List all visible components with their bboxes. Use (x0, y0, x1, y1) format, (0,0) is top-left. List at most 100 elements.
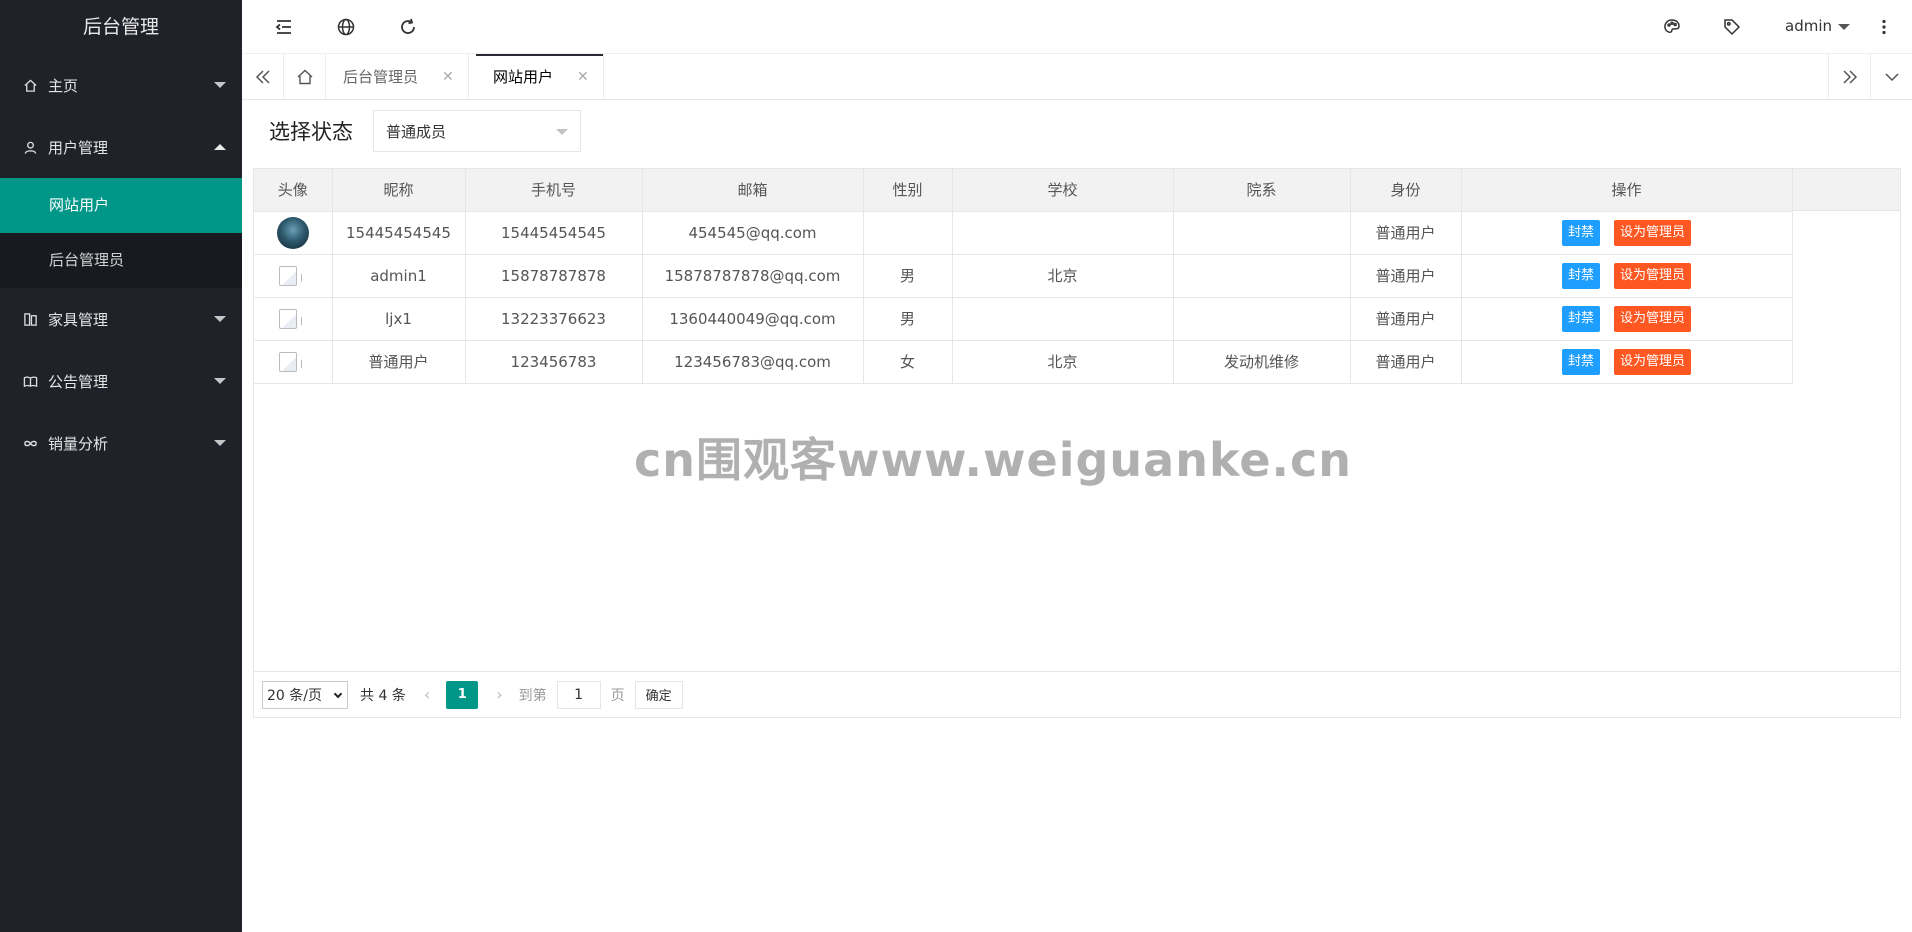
avatar-cell (254, 340, 333, 384)
phone-cell: 123456783 (465, 340, 643, 384)
chevron-down-icon (214, 82, 226, 88)
book-icon (22, 373, 38, 389)
username: admin (1785, 17, 1832, 35)
chevron-down-icon (214, 316, 226, 322)
col-header-role[interactable]: 身份 (1350, 169, 1462, 212)
page-size-value: 20 条/页 (267, 687, 322, 704)
sidebar-item-admins[interactable]: 后台管理员 (0, 233, 242, 288)
make-admin-button[interactable]: 设为管理员 (1614, 219, 1692, 246)
avatar-cell (254, 254, 333, 298)
phone-cell: 15445454545 (465, 211, 643, 255)
tag-icon[interactable] (1722, 17, 1742, 37)
chevron-down-icon (556, 129, 568, 135)
ban-button[interactable]: 封禁 (1561, 262, 1600, 289)
tab-bar: 后台管理员 ✕ 网站用户 ✕ (242, 54, 1912, 100)
sidebar-item-label: 公告管理 (48, 372, 109, 391)
tab-menu-chevron-icon[interactable] (1870, 54, 1912, 99)
department-cell (1173, 297, 1351, 341)
tab-label: 后台管理员 (343, 68, 419, 86)
make-admin-button[interactable]: 设为管理员 (1614, 262, 1692, 289)
scroll-right-icon[interactable] (1828, 54, 1870, 99)
make-admin-button[interactable]: 设为管理员 (1614, 348, 1692, 375)
main-content: 选择状态 普通成员 头像 昵称 手机号 邮箱 性别 学校 院系 身份 操作 15… (242, 100, 1912, 932)
scroll-left-icon[interactable] (242, 54, 284, 99)
col-header-nickname[interactable]: 昵称 (332, 169, 466, 212)
close-icon[interactable]: ✕ (577, 69, 589, 85)
col-header-actions[interactable]: 操作 (1461, 169, 1793, 212)
col-header-phone[interactable]: 手机号 (465, 169, 643, 212)
sidebar-item-label: 销量分析 (48, 434, 109, 453)
department-cell (1173, 254, 1351, 298)
role-cell: 普通用户 (1350, 211, 1462, 255)
avatar-cell (254, 211, 333, 255)
actions-cell: 封禁 设为管理员 (1461, 211, 1793, 255)
gender-cell (863, 211, 953, 255)
col-header-school[interactable]: 学校 (952, 169, 1174, 212)
col-header-email[interactable]: 邮箱 (642, 169, 864, 212)
home-tab-icon[interactable] (284, 54, 326, 99)
email-cell: 15878787878@qq.com (642, 254, 864, 298)
sidebar-item-label: 家具管理 (48, 310, 109, 329)
prev-page-icon[interactable]: ‹ (424, 685, 430, 704)
furniture-icon (22, 311, 38, 327)
pagination: 20 条/页 共 4 条 ‹ 1 › 到第 1 页 确定 (254, 671, 1900, 717)
status-filter: 选择状态 普通成员 (269, 110, 581, 152)
department-cell: 发动机维修 (1173, 340, 1351, 384)
sidebar-item-user-management[interactable]: 用户管理 (0, 116, 242, 178)
status-select-value: 普通成员 (386, 122, 447, 141)
gender-cell: 男 (863, 297, 953, 341)
department-cell (1173, 211, 1351, 255)
broken-image-icon (278, 350, 307, 374)
role-cell: 普通用户 (1350, 340, 1462, 384)
ban-button[interactable]: 封禁 (1561, 305, 1600, 332)
close-icon[interactable]: ✕ (442, 69, 454, 85)
sidebar-item-sales-analysis[interactable]: 销量分析 (0, 412, 242, 474)
gender-cell: 女 (863, 340, 953, 384)
sidebar-item-label: 主页 (48, 76, 79, 95)
tab-website-users[interactable]: 网站用户 ✕ (476, 54, 604, 99)
nickname-cell: ljx1 (332, 297, 466, 341)
table-row[interactable]: ljx1 13223376623 1360440049@qq.com 男 普通用… (254, 297, 1793, 341)
sidebar-item-announcements[interactable]: 公告管理 (0, 350, 242, 412)
next-page-icon[interactable]: › (496, 685, 502, 704)
email-cell: 1360440049@qq.com (642, 297, 864, 341)
sidebar-item-home[interactable]: 主页 (0, 54, 242, 116)
more-vertical-icon[interactable] (1874, 17, 1894, 37)
menu-toggle-icon[interactable] (274, 17, 294, 37)
col-header-gender[interactable]: 性别 (863, 169, 953, 212)
school-cell: 北京 (952, 254, 1174, 298)
tab-admins[interactable]: 后台管理员 ✕ (326, 54, 469, 99)
nickname-cell: 普通用户 (332, 340, 466, 384)
col-header-avatar[interactable]: 头像 (254, 169, 333, 212)
avatar (276, 216, 309, 249)
page-button-current[interactable]: 1 (446, 680, 479, 709)
role-cell: 普通用户 (1350, 297, 1462, 341)
user-menu[interactable]: admin (1785, 17, 1850, 35)
user-icon (22, 139, 38, 155)
chevron-down-icon (214, 440, 226, 446)
sidebar: 后台管理 主页 用户管理 网站用户 后台管理员 家具管理 公告管理 销量分析 (0, 0, 242, 932)
goto-confirm-button[interactable]: 确定 (634, 680, 683, 709)
tab-label: 网站用户 (493, 68, 554, 86)
sidebar-item-furniture[interactable]: 家具管理 (0, 288, 242, 350)
table-row[interactable]: 普通用户 123456783 123456783@qq.com 女 北京 发动机… (254, 340, 1793, 384)
status-select[interactable]: 普通成员 (373, 110, 581, 152)
filter-label: 选择状态 (269, 120, 353, 144)
page-size-select[interactable]: 20 条/页 (262, 680, 348, 709)
goto-page-input[interactable]: 1 (556, 680, 601, 709)
globe-icon[interactable] (336, 17, 356, 37)
table-row[interactable]: 15445454545 15445454545 454545@qq.com 普通… (254, 211, 1793, 255)
table-row[interactable]: admin1 15878787878 15878787878@qq.com 男 … (254, 254, 1793, 298)
ban-button[interactable]: 封禁 (1561, 219, 1600, 246)
actions-cell: 封禁 设为管理员 (1461, 297, 1793, 341)
make-admin-button[interactable]: 设为管理员 (1614, 305, 1692, 332)
col-header-department[interactable]: 院系 (1173, 169, 1351, 212)
refresh-icon[interactable] (398, 17, 418, 37)
caret-down-icon (1838, 23, 1850, 30)
ban-button[interactable]: 封禁 (1561, 348, 1600, 375)
palette-icon[interactable] (1662, 17, 1682, 37)
sidebar-item-website-users[interactable]: 网站用户 (0, 178, 242, 233)
chevron-down-icon (214, 378, 226, 384)
home-icon (22, 77, 38, 93)
school-cell (952, 211, 1174, 255)
